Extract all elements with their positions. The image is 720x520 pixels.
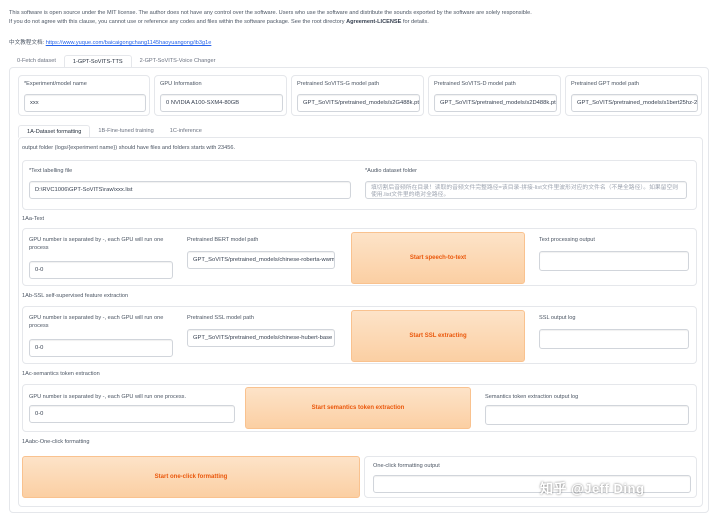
paths-block: *Text labelling file D:\RVC1006\GPT-SoVI… [22,160,697,210]
start-semantics-token-button[interactable]: Start semantics token extraction [245,387,471,429]
text-labelling-label: *Text labelling file [29,168,73,174]
gpt-model-input[interactable]: GPT_SoVITS/pretrained_models/s1bert25hz-… [571,94,698,112]
ssl-model-label: Pretrained SSL model path [187,315,254,321]
section-1ac-title: 1Ac-semantics token extraction [22,371,100,377]
audio-folder-input[interactable]: 填切割后音频所在目录！读取的音频文件完整路径=该目录-拼接-list文件里波形对… [365,181,687,199]
gpu-number-input-1ac[interactable]: 0-0 [29,405,235,423]
section-1aa-block: GPU number is separated by -, each GPU w… [22,228,697,286]
section-1ab-title: 1Ab-SSL self-supervised feature extracti… [22,293,129,299]
text-processing-output-label: Text processing output [539,237,595,243]
gpu-number-input-1ab[interactable]: 0-0 [29,339,173,357]
start-one-click-formatting-button[interactable]: Start one-click formatting [22,456,360,498]
zhihu-watermark: 知乎 @Jeff Ding [540,481,645,496]
gpt-model-block: Pretrained GPT model path GPT_SoVITS/pre… [565,75,702,116]
sovits-d-block: Pretrained SoVITS-D model path GPT_SoVIT… [428,75,561,116]
ssl-output-log [539,329,689,349]
text-processing-output [539,251,689,271]
sovits-d-label: Pretrained SoVITS-D model path [434,81,516,87]
exp-name-input[interactable]: xxx [24,94,146,112]
gpu-info-field[interactable]: 0 NVIDIA A100-SXM4-80GB [160,94,283,112]
section-1ab-block: GPU number is separated by -, each GPU w… [22,306,697,364]
gpu-number-label-1ab: GPU number is separated by -, each GPU w… [29,315,164,329]
ssl-output-log-label: SSL output log [539,315,576,321]
bert-model-label: Pretrained BERT model path [187,237,259,243]
sovits-g-label: Pretrained SoVITS-G model path [297,81,380,87]
gpu-number-label-1aa: GPU number is separated by -, each GPU w… [29,237,164,251]
section-1aabc-title: 1Aabc-One-click formatting [22,439,90,445]
gpu-number-label-1ac: GPU number is separated by -, each GPU w… [29,394,187,400]
license-notice-line1: This software is open source under the M… [9,10,532,16]
exp-name-block: *Experiment/model name xxx [18,75,150,116]
gpu-number-input-1aa[interactable]: 0-0 [29,261,173,279]
sovits-g-block: Pretrained SoVITS-G model path GPT_SoVIT… [291,75,424,116]
one-click-output-block: One-click formatting output [364,456,697,498]
audio-folder-label: *Audio dataset folder [365,168,417,174]
gpu-info-block: GPU Information 0 NVIDIA A100-SXM4-80GB [154,75,287,116]
license-notice-line2: If you do not agree with this clause, yo… [9,18,709,27]
tutorial-row: 中文教程文档: https://www.yuque.com/baicaigong… [9,38,211,46]
start-ssl-extracting-button[interactable]: Start SSL extracting [351,310,525,362]
license-notice-line2-suffix: for details. [401,19,429,25]
output-folder-note: output folder (logs/{experiment name}) s… [22,145,235,151]
semantics-output-log [485,405,689,425]
sovits-g-input[interactable]: GPT_SoVITS/pretrained_models/s2G488k.pth [297,94,420,112]
section-1ac-block: GPU number is separated by -, each GPU w… [22,384,697,432]
section-1aa-title: 1Aa-Text [22,216,45,222]
tutorial-link[interactable]: https://www.yuque.com/baicaigongchang114… [46,40,212,46]
gpt-model-label: Pretrained GPT model path [571,81,639,87]
sovits-d-input[interactable]: GPT_SoVITS/pretrained_models/s2D488k.pth [434,94,557,112]
ssl-model-input[interactable]: GPT_SoVITS/pretrained_models/chinese-hub… [187,329,335,347]
license-notice: This software is open source under the M… [9,9,709,27]
start-speech-to-text-button[interactable]: Start speech-to-text [351,232,525,284]
semantics-output-log-label: Semantics token extraction output log [485,394,579,400]
tutorial-label: 中文教程文档: [9,40,45,46]
bert-model-input[interactable]: GPT_SoVITS/pretrained_models/chinese-rob… [187,251,335,269]
text-labelling-input[interactable]: D:\RVC1006\GPT-SoVITS\raw\xxx.list [29,181,351,199]
license-name: Agreement-LICENSE [346,19,402,25]
one-click-output-label: One-click formatting output [373,463,440,469]
exp-name-label: *Experiment/model name [24,81,87,87]
license-notice-line2-prefix: If you do not agree with this clause, yo… [9,19,347,25]
gpu-info-label: GPU Information [160,81,202,87]
